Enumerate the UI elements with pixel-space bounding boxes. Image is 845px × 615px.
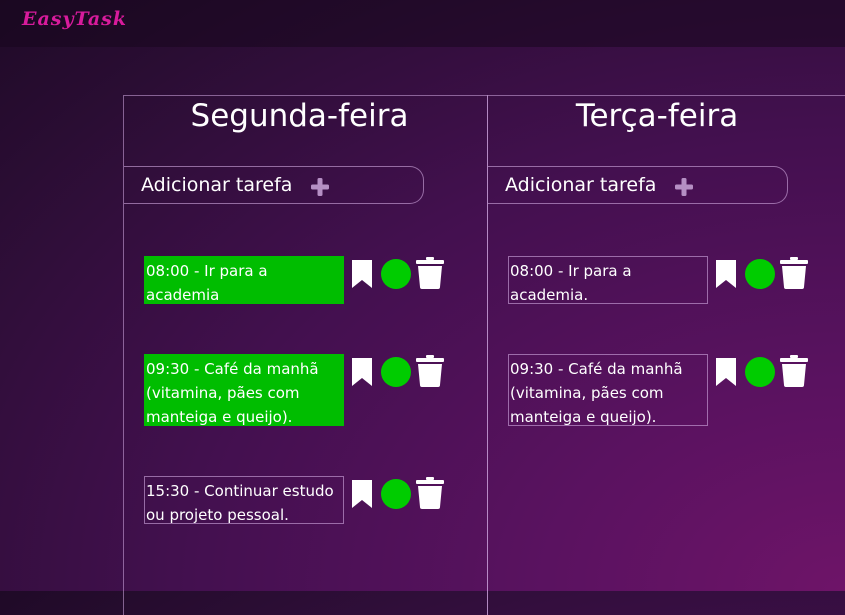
complete-check-icon[interactable]	[745, 357, 775, 387]
bookmark-icon[interactable]	[352, 260, 372, 288]
trash-icon[interactable]	[416, 257, 444, 289]
day-column-monday: Segunda-feira Adicionar tarefa 08:00 - I…	[123, 95, 488, 615]
task-text[interactable]: 08:00 - Ir para a academia.	[508, 256, 708, 304]
day-title: Terça-feira	[575, 98, 739, 134]
brand-logo[interactable]: EasyTask	[22, 8, 127, 30]
day-title: Segunda-feira	[190, 98, 409, 134]
bookmark-icon[interactable]	[716, 260, 736, 288]
day-column-tuesday: Terça-feira Adicionar tarefa 08:00 - Ir …	[487, 95, 845, 615]
complete-check-icon[interactable]	[745, 259, 775, 289]
trash-icon[interactable]	[416, 355, 444, 387]
add-task-label: Adicionar tarefa	[141, 174, 293, 196]
add-task-button[interactable]: Adicionar tarefa	[488, 166, 788, 204]
bookmark-icon[interactable]	[352, 358, 372, 386]
task-text[interactable]: 09:30 - Café da manhã (vitamina, pães co…	[144, 354, 344, 426]
bookmark-icon[interactable]	[352, 480, 372, 508]
complete-check-icon[interactable]	[381, 479, 411, 509]
task-text[interactable]: 15:30 - Continuar estudo ou projeto pess…	[144, 476, 344, 524]
bookmark-icon[interactable]	[716, 358, 736, 386]
trash-icon[interactable]	[780, 257, 808, 289]
task-text[interactable]: 08:00 - Ir para a academia	[144, 256, 344, 304]
complete-check-icon[interactable]	[381, 357, 411, 387]
plus-icon	[675, 178, 693, 196]
complete-check-icon[interactable]	[381, 259, 411, 289]
trash-icon[interactable]	[416, 477, 444, 509]
plus-icon	[311, 178, 329, 196]
top-navbar: EasyTask	[0, 0, 845, 47]
trash-icon[interactable]	[780, 355, 808, 387]
task-text[interactable]: 09:30 - Café da manhã (vitamina, pães co…	[508, 354, 708, 426]
add-task-label: Adicionar tarefa	[505, 174, 657, 196]
add-task-button[interactable]: Adicionar tarefa	[124, 166, 424, 204]
